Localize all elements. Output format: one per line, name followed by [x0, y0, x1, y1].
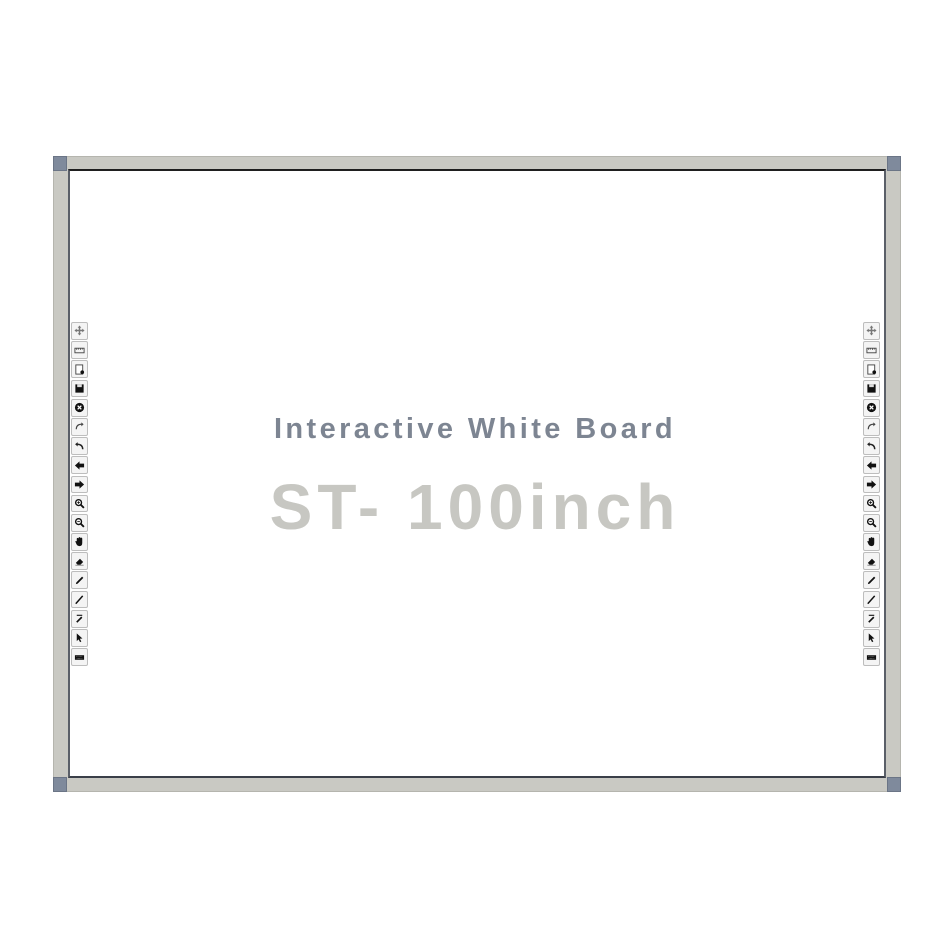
board-subtitle: Interactive White Board — [273, 413, 677, 445]
pencil-icon — [867, 595, 876, 605]
save-icon — [75, 384, 84, 393]
right-toolbar-eraser-button[interactable] — [863, 552, 880, 571]
right-toolbar-move-button[interactable] — [863, 322, 880, 340]
ruler-icon — [866, 347, 877, 353]
new-page-icon — [867, 364, 877, 375]
left-toolbar-new-page-button[interactable] — [71, 360, 88, 379]
right-toolbar-pen-button[interactable] — [863, 571, 880, 590]
left-toolbar-eraser-button[interactable] — [71, 552, 88, 571]
keyboard-icon — [74, 654, 85, 660]
highlighter-icon — [76, 614, 83, 623]
move-icon — [866, 325, 877, 336]
eraser-icon — [867, 558, 876, 566]
left-toolbar-highlighter-button[interactable] — [71, 609, 88, 628]
frame-corner-bottom-left — [53, 777, 67, 792]
left-toolbar-move-button[interactable] — [71, 322, 88, 340]
new-page-icon — [75, 364, 85, 375]
left-toolbar-ruler-button[interactable] — [71, 341, 88, 359]
frame-corner-bottom-right — [887, 777, 901, 792]
left-toolbar-save-button[interactable] — [71, 379, 88, 398]
left-toolbar-keyboard-button[interactable] — [71, 648, 88, 666]
right-toolbar-new-page-button[interactable] — [863, 360, 880, 379]
pointer-icon — [868, 633, 875, 643]
right-toolbar-highlighter-button[interactable] — [863, 609, 880, 628]
pointer-icon — [76, 633, 83, 643]
highlighter-icon — [868, 614, 875, 623]
save-icon — [867, 384, 876, 393]
left-toolbar-pointer-button[interactable] — [71, 629, 88, 647]
right-toolbar-ruler-button[interactable] — [863, 341, 880, 359]
eraser-icon — [75, 558, 84, 566]
close-icon — [74, 403, 85, 413]
close-icon — [866, 403, 877, 413]
right-toolbar-pointer-button[interactable] — [863, 629, 880, 647]
left-toolbar-pen-button[interactable] — [71, 571, 88, 590]
left-toolbar-pencil-button[interactable] — [71, 590, 88, 609]
pen-icon — [75, 576, 84, 584]
move-icon — [74, 325, 85, 336]
pen-icon — [867, 576, 876, 584]
pencil-icon — [75, 595, 84, 605]
keyboard-icon — [866, 654, 877, 660]
right-toolbar-pencil-button[interactable] — [863, 590, 880, 609]
right-toolbar-keyboard-button[interactable] — [863, 648, 880, 666]
whiteboard-product-image: Interactive White Board ST- 100inch — [0, 0, 950, 950]
frame-corner-top-left — [53, 156, 67, 171]
board-model: ST- 100inch — [269, 471, 681, 543]
frame-corner-top-right — [887, 156, 901, 171]
ruler-icon — [74, 347, 85, 353]
right-toolbar-save-button[interactable] — [863, 379, 880, 398]
